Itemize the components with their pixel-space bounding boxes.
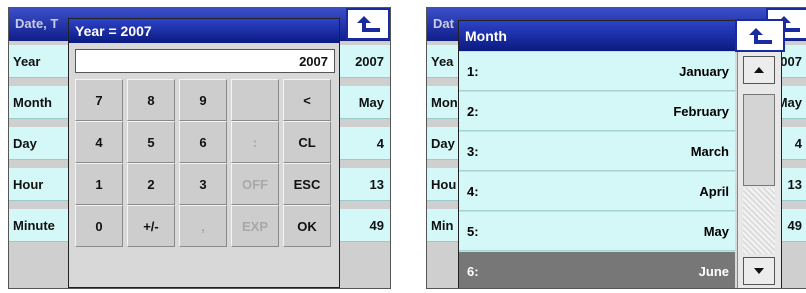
key-plus-minus[interactable]: +/- [127, 205, 175, 247]
key-ok[interactable]: OK [283, 205, 331, 247]
month-list-item[interactable]: 6: June [459, 252, 735, 288]
key-blank [231, 79, 279, 121]
key-8[interactable]: 8 [127, 79, 175, 121]
key-backspace[interactable]: < [283, 79, 331, 121]
key-colon: : [231, 121, 279, 163]
scroll-down-button[interactable] [743, 257, 775, 285]
month-name: March [690, 144, 729, 159]
scrollbar[interactable] [737, 52, 781, 288]
key-exp: EXP [231, 205, 279, 247]
year-entry-screen: Date, T Year 2007 Month May Day 4 Hour 1… [8, 7, 391, 289]
return-arrow-icon [357, 16, 380, 32]
scroll-down-arrow-icon [754, 268, 764, 274]
month-list-item[interactable]: 4: April [459, 172, 735, 211]
dialog-title: Year = 2007 [69, 19, 339, 43]
month-number: 5: [467, 224, 479, 239]
month-select-screen: Dat Yea 007 Mon May Day 4 Hou 13 Min 49 … [426, 7, 806, 289]
month-number: 4: [467, 184, 479, 199]
key-comma: , [179, 205, 227, 247]
month-name: January [679, 64, 729, 79]
return-arrow-icon [749, 27, 772, 44]
key-escape[interactable]: ESC [283, 163, 331, 205]
month-name: May [703, 224, 729, 239]
key-6[interactable]: 6 [179, 121, 227, 163]
year-numeric-dialog: Year = 2007 2007 7 8 9 <4 5 6: CL 1 2 3 OFF ESC 0 +/-… [68, 18, 340, 288]
key-off: OFF [231, 163, 279, 205]
key-2[interactable]: 2 [127, 163, 175, 205]
back-button[interactable] [346, 8, 390, 40]
key-1[interactable]: 1 [75, 163, 123, 205]
key-7[interactable]: 7 [75, 79, 123, 121]
key-3[interactable]: 3 [179, 163, 227, 205]
month-name: February [673, 104, 729, 119]
dialog-title: Month [459, 21, 781, 51]
key-4[interactable]: 4 [75, 121, 123, 163]
key-0[interactable]: 0 [75, 205, 123, 247]
scroll-up-arrow-icon [754, 67, 764, 73]
key-5[interactable]: 5 [127, 121, 175, 163]
month-list-item[interactable]: 3: March [459, 132, 735, 171]
month-name: April [699, 184, 729, 199]
settings-header-title: Dat [433, 16, 454, 31]
scroll-up-button[interactable] [743, 56, 775, 84]
dialog-back-button[interactable] [735, 19, 785, 52]
month-list-item[interactable]: 5: May [459, 212, 735, 251]
month-number: 2: [467, 104, 479, 119]
key-9[interactable]: 9 [179, 79, 227, 121]
month-name: June [698, 264, 729, 279]
month-list-dialog: Month 1: January 2: February 3: March 4: April 5… [458, 19, 785, 288]
month-number: 3: [467, 144, 479, 159]
month-list-item[interactable]: 2: February [459, 92, 735, 131]
month-list-item[interactable]: 1: January [459, 52, 735, 91]
month-number: 6: [467, 264, 479, 279]
scroll-track[interactable] [743, 188, 775, 254]
key-clear[interactable]: CL [283, 121, 331, 163]
scroll-thumb[interactable] [743, 94, 775, 186]
month-number: 1: [467, 64, 479, 79]
settings-header-title: Date, T [15, 16, 59, 31]
year-input[interactable]: 2007 [75, 49, 335, 73]
